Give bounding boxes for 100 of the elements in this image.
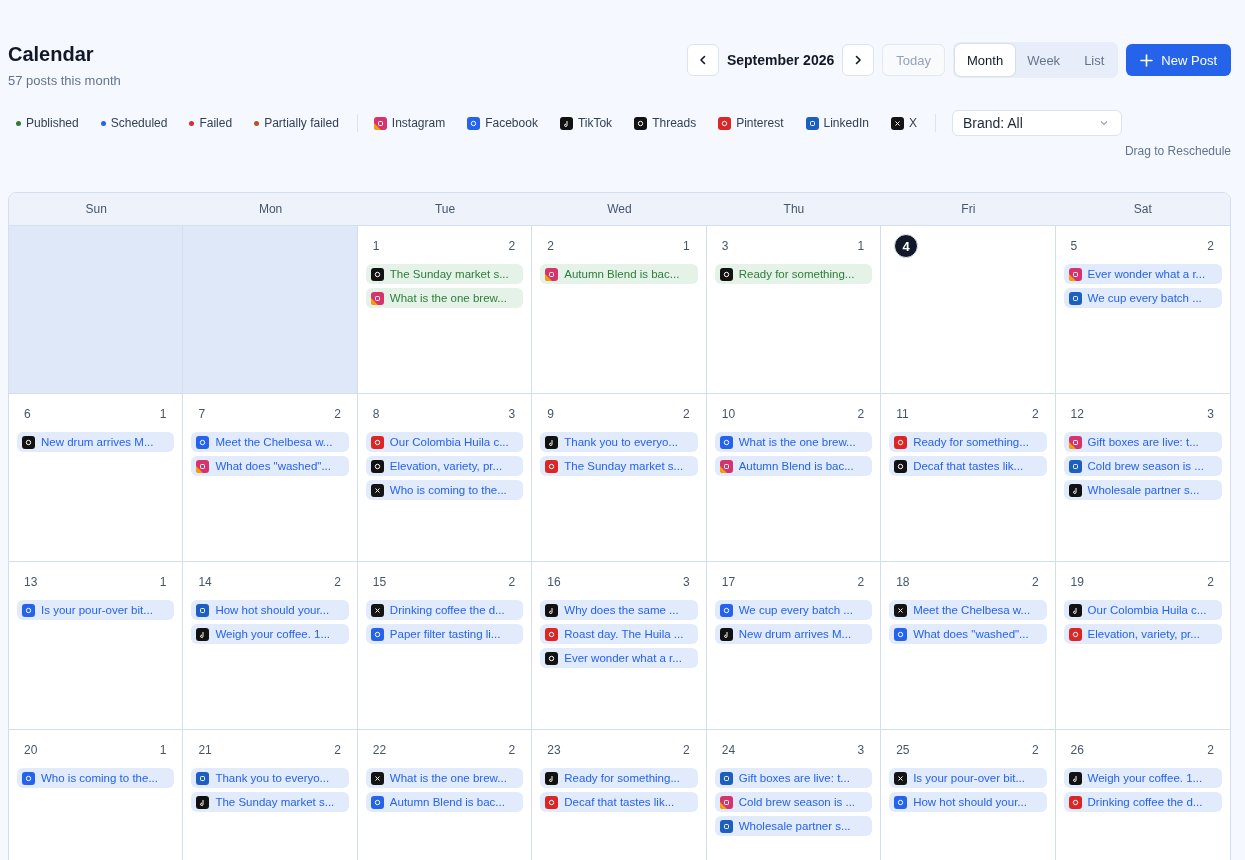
day-cell[interactable]: 7 2 Meet the Chelbesa w... What does "washed"... bbox=[183, 394, 358, 562]
post-chip[interactable]: Is your pour-over bit... bbox=[17, 600, 175, 620]
day-cell[interactable]: 10 2 What is the one brew... Autumn Blend is bac... bbox=[706, 394, 882, 562]
post-chip[interactable]: Is your pour-over bit... bbox=[889, 768, 1047, 788]
post-chip[interactable]: Drinking coffee the d... bbox=[365, 600, 524, 620]
post-chip[interactable]: What is the one brew... bbox=[365, 768, 524, 788]
post-chip[interactable]: Drinking coffee the d... bbox=[1063, 792, 1222, 812]
post-chip[interactable]: Cold brew season is ... bbox=[1063, 456, 1222, 476]
post-chip[interactable]: Elevation, variety, pr... bbox=[1063, 624, 1222, 644]
day-cell[interactable]: 3 1 Ready for something... bbox=[706, 226, 882, 394]
previous-month-button[interactable] bbox=[686, 44, 719, 76]
post-chip[interactable]: What is the one brew... bbox=[365, 288, 524, 308]
post-chip[interactable]: How hot should your... bbox=[889, 792, 1047, 812]
post-chip[interactable]: Who is coming to the... bbox=[365, 480, 524, 500]
post-chip[interactable]: Autumn Blend is bac... bbox=[714, 456, 873, 476]
post-chip[interactable]: Weigh your coffee. 1... bbox=[191, 624, 349, 644]
post-chip[interactable]: We cup every batch ... bbox=[714, 600, 873, 620]
day-cell[interactable]: 12 3 Gift boxes are live: t... Cold brew season is ... Wholesale partner s... bbox=[1055, 394, 1230, 562]
post-chip[interactable]: Wholesale partner s... bbox=[714, 816, 873, 836]
post-count: 2 bbox=[1031, 575, 1039, 589]
post-chip[interactable]: Ready for something... bbox=[714, 264, 873, 284]
post-chip[interactable]: The Sunday market s... bbox=[540, 456, 698, 476]
post-count: 3 bbox=[1207, 407, 1214, 421]
post-chip[interactable]: What is the one brew... bbox=[714, 432, 873, 452]
day-cell[interactable]: 9 2 Thank you to everyo... The Sunday market s... bbox=[532, 394, 707, 562]
day-cell[interactable]: 23 2 Ready for something... Decaf that tastes lik... bbox=[532, 730, 707, 860]
day-cell[interactable]: 20 1 Who is coming to the... bbox=[9, 730, 184, 860]
next-month-button[interactable] bbox=[842, 44, 875, 76]
post-count: 2 bbox=[508, 239, 516, 253]
post-chip[interactable]: The Sunday market s... bbox=[191, 792, 349, 812]
post-chip[interactable]: Why does the same ... bbox=[540, 600, 698, 620]
day-cell[interactable]: 2 1 Autumn Blend is bac... bbox=[532, 226, 707, 394]
legend-label: Threads bbox=[652, 116, 697, 130]
post-chip[interactable]: What does "washed"... bbox=[889, 624, 1047, 644]
day-number: 2 bbox=[547, 238, 554, 255]
post-chip[interactable]: Weigh your coffee. 1... bbox=[1063, 768, 1222, 788]
post-chip[interactable]: Paper filter tasting li... bbox=[365, 624, 524, 644]
day-cell[interactable]: 26 2 Weigh your coffee. 1... Drinking coffee the d... bbox=[1055, 730, 1230, 860]
day-cell[interactable] bbox=[183, 226, 358, 394]
view-tab[interactable]: List bbox=[1072, 44, 1117, 76]
day-cell[interactable]: 25 2 Is your pour-over bit... How hot should your... bbox=[881, 730, 1056, 860]
day-cell[interactable]: 8 3 Our Colombia Huila c... Elevation, variety, pr... Who is coming to the... bbox=[357, 394, 533, 562]
post-chip[interactable]: Autumn Blend is bac... bbox=[365, 792, 524, 812]
day-cell[interactable]: 15 2 Drinking coffee the d... Paper filter tasting li... bbox=[357, 562, 533, 730]
post-chip[interactable]: Ready for something... bbox=[540, 768, 698, 788]
post-chip[interactable]: Autumn Blend is bac... bbox=[540, 264, 698, 284]
day-cell[interactable]: 14 2 How hot should your... Weigh your coffee. 1... bbox=[183, 562, 358, 730]
post-count: 2 bbox=[1031, 743, 1039, 757]
post-chip[interactable]: Elevation, variety, pr... bbox=[365, 456, 524, 476]
post-chip[interactable]: Cold brew season is ... bbox=[714, 792, 873, 812]
day-cell[interactable]: 1 2 The Sunday market s... What is the one brew... bbox=[357, 226, 533, 394]
post-chip[interactable]: Ever wonder what a r... bbox=[1063, 264, 1222, 284]
post-chip[interactable]: Ready for something... bbox=[889, 432, 1047, 452]
post-chip[interactable]: Wholesale partner s... bbox=[1063, 480, 1222, 500]
current-month: September 2026 bbox=[726, 52, 835, 68]
day-cell[interactable]: 16 3 Why does the same ... Roast day. The Huila ... Ever wonder what a r... bbox=[532, 562, 707, 730]
post-chip[interactable]: Decaf that tastes lik... bbox=[540, 792, 698, 812]
post-chip[interactable]: Gift boxes are live: t... bbox=[1063, 432, 1222, 452]
day-cell[interactable]: 11 2 Ready for something... Decaf that tastes lik... bbox=[881, 394, 1056, 562]
post-chip[interactable]: What does "washed"... bbox=[191, 456, 349, 476]
post-count: 2 bbox=[334, 575, 341, 589]
day-cell[interactable]: 22 2 What is the one brew... Autumn Blend is bac... bbox=[357, 730, 533, 860]
new-post-button[interactable]: New Post bbox=[1126, 44, 1231, 76]
day-cell[interactable]: 6 1 New drum arrives M... bbox=[9, 394, 184, 562]
post-count: 2 bbox=[1207, 239, 1214, 253]
post-chip[interactable]: Meet the Chelbesa w... bbox=[889, 600, 1047, 620]
weekday-header: Sat bbox=[1132, 201, 1153, 218]
post-chip[interactable]: Thank you to everyo... bbox=[191, 768, 349, 788]
day-cell[interactable]: 24 3 Gift boxes are live: t... Cold brew season is ... Wholesale partner s... bbox=[706, 730, 882, 860]
day-number: 12 bbox=[1070, 406, 1084, 423]
day-cell[interactable]: 4 bbox=[881, 226, 1056, 394]
view-tab[interactable]: Week bbox=[1015, 44, 1073, 76]
post-chip[interactable]: We cup every batch ... bbox=[1063, 288, 1222, 308]
day-cell[interactable]: 19 2 Our Colombia Huila c... Elevation, variety, pr... bbox=[1055, 562, 1230, 730]
post-chip[interactable]: Our Colombia Huila c... bbox=[1063, 600, 1222, 620]
post-chip[interactable]: New drum arrives M... bbox=[17, 432, 175, 452]
post-chip[interactable]: Roast day. The Huila ... bbox=[540, 624, 698, 644]
brand-dropdown[interactable]: Brand: All bbox=[951, 110, 1122, 136]
view-tab[interactable]: Month bbox=[955, 44, 1016, 76]
legend-label: Pinterest bbox=[736, 116, 784, 130]
day-cell[interactable]: 18 2 Meet the Chelbesa w... What does "washed"... bbox=[881, 562, 1056, 730]
post-chip[interactable]: Gift boxes are live: t... bbox=[714, 768, 873, 788]
post-chip[interactable]: Our Colombia Huila c... bbox=[365, 432, 524, 452]
post-chip[interactable]: Thank you to everyo... bbox=[540, 432, 698, 452]
day-number: 21 bbox=[198, 742, 212, 759]
post-chip[interactable]: Meet the Chelbesa w... bbox=[191, 432, 349, 452]
day-cell[interactable]: 21 2 Thank you to everyo... The Sunday market s... bbox=[183, 730, 358, 860]
post-chip[interactable]: Who is coming to the... bbox=[17, 768, 175, 788]
day-number: 9 bbox=[547, 406, 554, 423]
post-chip[interactable]: Decaf that tastes lik... bbox=[889, 456, 1047, 476]
post-chip[interactable]: How hot should your... bbox=[191, 600, 349, 620]
day-cell[interactable]: 17 2 We cup every batch ... New drum arrives M... bbox=[706, 562, 882, 730]
day-cell[interactable]: 13 1 Is your pour-over bit... bbox=[9, 562, 184, 730]
post-chip[interactable]: The Sunday market s... bbox=[365, 264, 524, 284]
post-count: 2 bbox=[683, 407, 690, 421]
day-cell[interactable]: 5 2 Ever wonder what a r... We cup every batch ... bbox=[1055, 226, 1230, 394]
post-chip[interactable]: Ever wonder what a r... bbox=[540, 648, 698, 668]
day-cell[interactable] bbox=[9, 226, 184, 394]
post-chip[interactable]: New drum arrives M... bbox=[714, 624, 873, 644]
today-button[interactable]: Today bbox=[882, 44, 945, 76]
